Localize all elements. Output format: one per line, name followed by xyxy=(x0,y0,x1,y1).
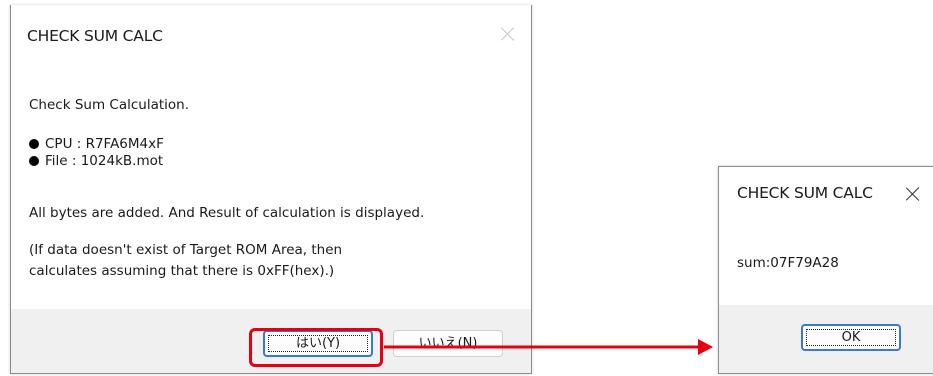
result-dialog: CHECK SUM CALC sum:07F79A28 OK xyxy=(718,166,933,374)
sum-text: sum:07F79A28 xyxy=(737,255,839,271)
ok-button-label: OK xyxy=(841,330,861,345)
arrow-head xyxy=(698,339,713,355)
result-dialog-footer: OK xyxy=(719,305,933,373)
result-dialog-title: CHECK SUM CALC xyxy=(737,184,873,202)
ok-button[interactable]: OK xyxy=(801,324,901,351)
close-icon[interactable] xyxy=(906,187,920,201)
result-dialog-titlebar: CHECK SUM CALC xyxy=(719,167,933,221)
